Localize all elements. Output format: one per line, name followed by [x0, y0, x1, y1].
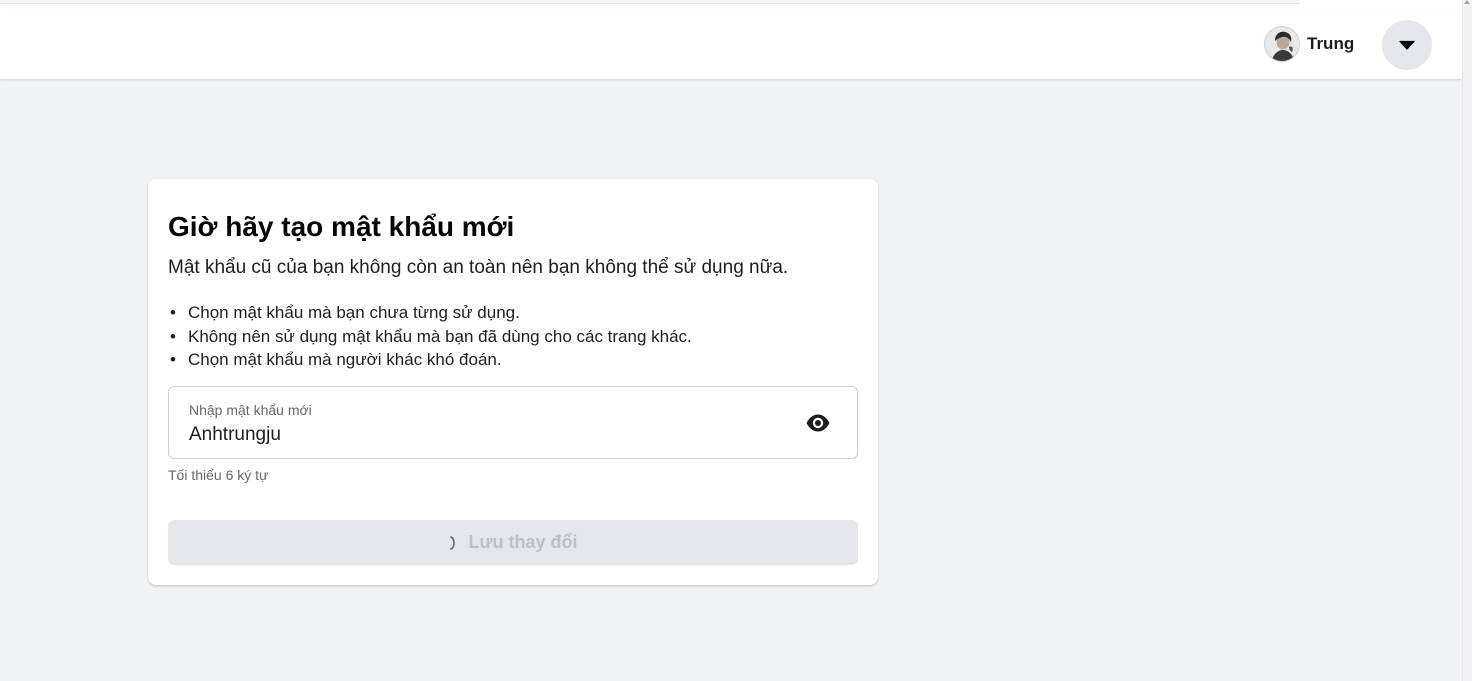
- profile-link[interactable]: Trung: [1264, 26, 1354, 62]
- scroll-up-arrow-icon[interactable]: [1464, 0, 1470, 4]
- new-password-card: Giờ hãy tạo mật khẩu mới Mật khẩu cũ của…: [148, 179, 878, 585]
- page-title: Giờ hãy tạo mật khẩu mới: [168, 211, 515, 242]
- spinner-icon: [448, 535, 460, 551]
- new-password-input[interactable]: [189, 423, 789, 447]
- browser-top-strip: [0, 0, 1462, 9]
- eye-icon[interactable]: [805, 413, 831, 433]
- page-subtitle: Mật khẩu cũ của bạn không còn an toàn nê…: [168, 257, 789, 278]
- password-field-label: Nhập mật khẩu mới: [189, 402, 312, 418]
- tip-item: Chọn mật khẩu mà người khác khó đoán.: [168, 348, 692, 372]
- new-password-field[interactable]: Nhập mật khẩu mới: [168, 386, 858, 459]
- page-scrollbar[interactable]: [1462, 0, 1472, 681]
- password-tips-list: Chọn mật khẩu mà bạn chưa từng sử dụng. …: [168, 301, 692, 372]
- password-hint: Tối thiểu 6 ký tự: [168, 467, 269, 483]
- avatar-photo-icon: [1265, 27, 1299, 61]
- caret-down-icon: [1399, 40, 1415, 50]
- avatar: [1264, 26, 1300, 62]
- tip-item: Chọn mật khẩu mà bạn chưa từng sử dụng.: [168, 301, 692, 325]
- top-navigation-bar: Trung: [0, 9, 1462, 79]
- save-changes-button[interactable]: Lưu thay đổi: [168, 520, 858, 565]
- profile-name: Trung: [1307, 34, 1355, 53]
- save-button-label: Lưu thay đổi: [468, 532, 578, 552]
- top-strip-line: [0, 0, 1300, 4]
- account-menu-button[interactable]: [1382, 20, 1432, 70]
- tip-item: Không nên sử dụng mật khẩu mà bạn đã dùn…: [168, 325, 692, 349]
